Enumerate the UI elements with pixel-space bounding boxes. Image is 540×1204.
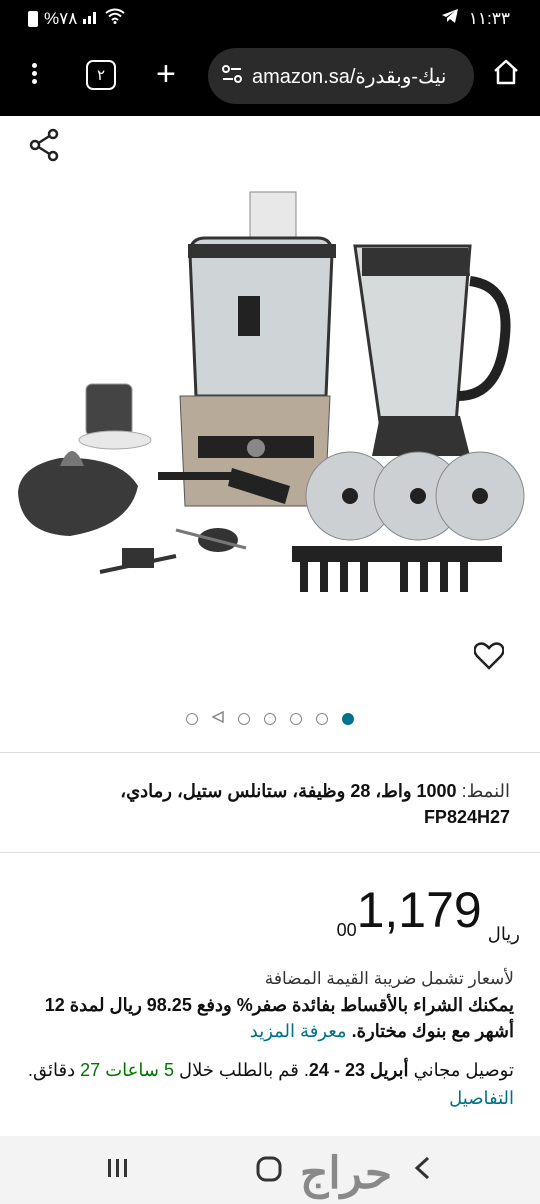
style-label: النمط: [461, 781, 510, 801]
delivery-time: 5 ساعات 27 [80, 1060, 174, 1080]
menu-icon[interactable] [22, 60, 46, 92]
delivery-info: توصيل مجاني أبريل 23 - 24. قم بالطلب خلا… [14, 1056, 514, 1112]
battery-level: %٧٨ [44, 8, 78, 28]
delivery-prefix: توصيل مجاني [413, 1060, 514, 1080]
new-tab-icon[interactable]: + [156, 54, 176, 94]
price-info: لأسعار تشمل ضريبة القيمة المضافة يمكنك ا… [14, 966, 514, 1044]
clock: ١١:٣٣ [468, 8, 510, 28]
haraj-watermark: حراج [300, 1149, 393, 1198]
status-right: ١١:٣٣ [441, 8, 510, 29]
pager-dot-active[interactable] [342, 713, 354, 725]
recent-apps-icon[interactable] [106, 1156, 130, 1185]
home-button-icon[interactable] [256, 1156, 282, 1187]
battery-icon [28, 10, 38, 27]
address-bar[interactable]: amazon.sa/نيك-وبقدرة [208, 48, 474, 104]
browser-toolbar: ٢ + amazon.sa/نيك-وبقدرة [0, 36, 540, 116]
style-value: 1000 واط، 28 وظيفة، ستانلس ستيل، رمادي، … [120, 781, 510, 827]
system-nav-bar [0, 1136, 540, 1204]
pager-dot[interactable] [264, 713, 276, 725]
signal-icon [83, 9, 99, 29]
share-icon[interactable] [28, 128, 60, 167]
installment-offer: يمكنك الشراء بالأقساط بفائدة صفر% ودفع 9… [14, 992, 514, 1044]
home-icon[interactable] [492, 58, 520, 91]
vat-note: لأسعار تشمل ضريبة القيمة المضافة [264, 969, 514, 988]
price-whole: 1,179 [356, 882, 482, 938]
price-fraction: 00 [336, 920, 357, 940]
product-image [18, 191, 525, 592]
video-play-icon[interactable] [211, 710, 224, 728]
tabs-button[interactable]: ٢ [86, 60, 116, 90]
style-selector[interactable]: النمط: 1000 واط، 28 وظيفة، ستانلس ستيل، … [30, 778, 510, 830]
url-text: amazon.sa/نيك-وبقدرة [252, 65, 447, 88]
pager-dot[interactable] [290, 713, 302, 725]
status-bar: %٧٨ ١١:٣٣ [0, 0, 540, 36]
back-icon[interactable] [412, 1156, 432, 1185]
site-settings-icon[interactable] [222, 64, 242, 88]
delivery-dates: أبريل 23 - 24 [308, 1060, 409, 1080]
divider [0, 852, 540, 853]
telegram-icon [441, 8, 459, 29]
pager-dot[interactable] [316, 713, 328, 725]
pager-dot[interactable] [186, 713, 198, 725]
details-link[interactable]: التفاصيل [449, 1088, 514, 1108]
status-left: %٧٨ [28, 8, 126, 29]
currency-label: ريال [487, 924, 520, 944]
divider [0, 752, 540, 753]
product-gallery[interactable] [0, 116, 540, 752]
wifi-icon [105, 8, 126, 29]
price-block: ريال 1,179 00 [337, 880, 520, 945]
pager-dot[interactable] [238, 713, 250, 725]
learn-more-link[interactable]: معرفة المزيد [250, 1021, 347, 1041]
image-pager[interactable] [0, 710, 540, 728]
delivery-minutes: دقائق. [28, 1060, 76, 1080]
delivery-order: . قم بالطلب خلال [178, 1060, 309, 1080]
wishlist-heart-icon[interactable] [473, 642, 505, 675]
